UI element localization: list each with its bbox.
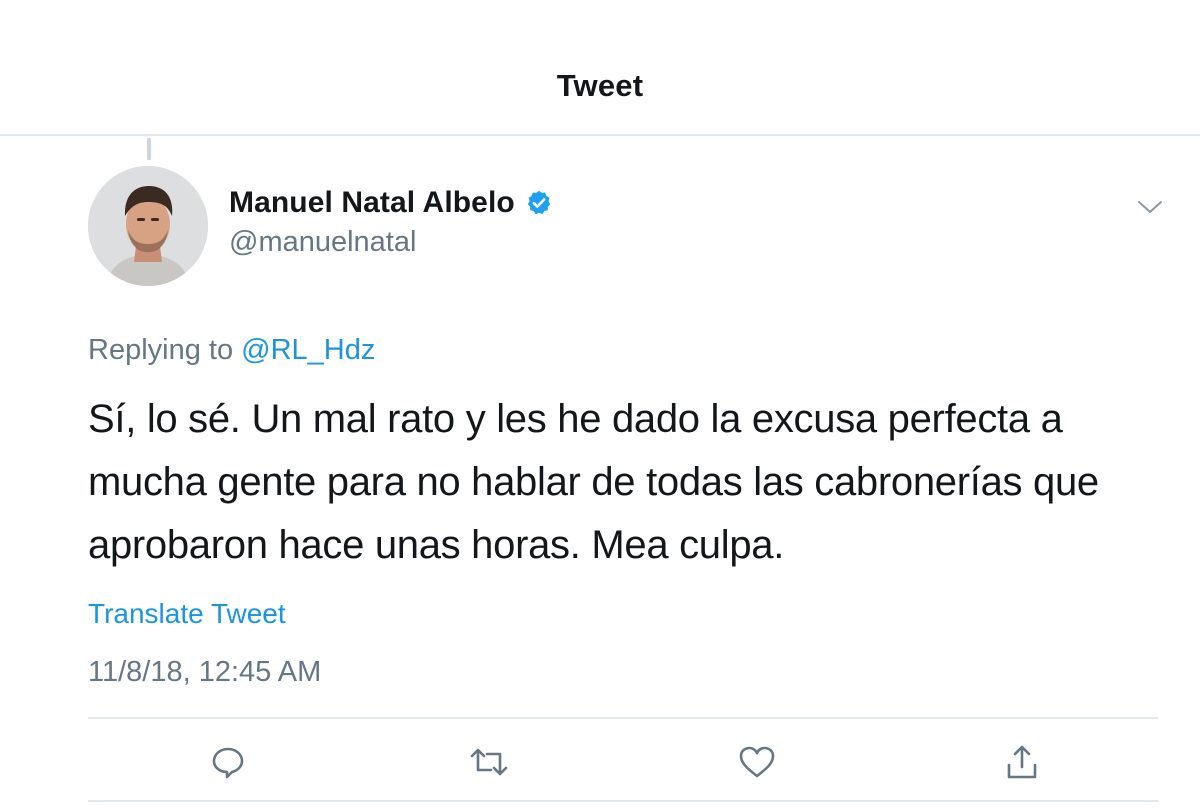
avatar-photo [88,166,208,286]
avatar[interactable] [88,166,208,286]
verified-badge-icon [525,189,553,217]
page-title: Tweet [556,68,644,103]
tweet-detail-page: Tweet Manuel Natal Albelo @manuelnatal R… [0,0,1200,809]
tweet-timestamp[interactable]: 11/8/18, 12:45 AM [88,656,321,689]
divider [88,800,1158,802]
tweet-text: Sí, lo sé. Un mal rato y les he dado la … [88,397,1099,567]
like-button[interactable] [735,740,779,784]
top-bar: Tweet [0,0,1200,136]
translate-tweet-link[interactable]: Translate Tweet [88,598,286,630]
retweet-button[interactable] [467,740,511,784]
retweet-icon [470,748,508,776]
like-icon [739,746,775,778]
divider [88,717,1158,719]
action-bar [0,740,1200,786]
replying-to-link[interactable]: @RL_Hdz [241,334,375,366]
author-name-row[interactable]: Manuel Natal Albelo [229,183,553,223]
reply-button[interactable] [206,740,250,784]
chevron-down-icon[interactable] [1136,198,1164,216]
display-name[interactable]: Manuel Natal Albelo [229,186,515,220]
thread-connector-line [147,138,151,160]
replying-to-label: Replying to [88,334,234,366]
reply-icon [212,747,244,779]
user-handle[interactable]: @manuelnatal [229,226,416,259]
share-button[interactable] [1000,740,1044,784]
replying-to: Replying to @RL_Hdz [88,334,375,367]
share-icon [1007,745,1037,779]
